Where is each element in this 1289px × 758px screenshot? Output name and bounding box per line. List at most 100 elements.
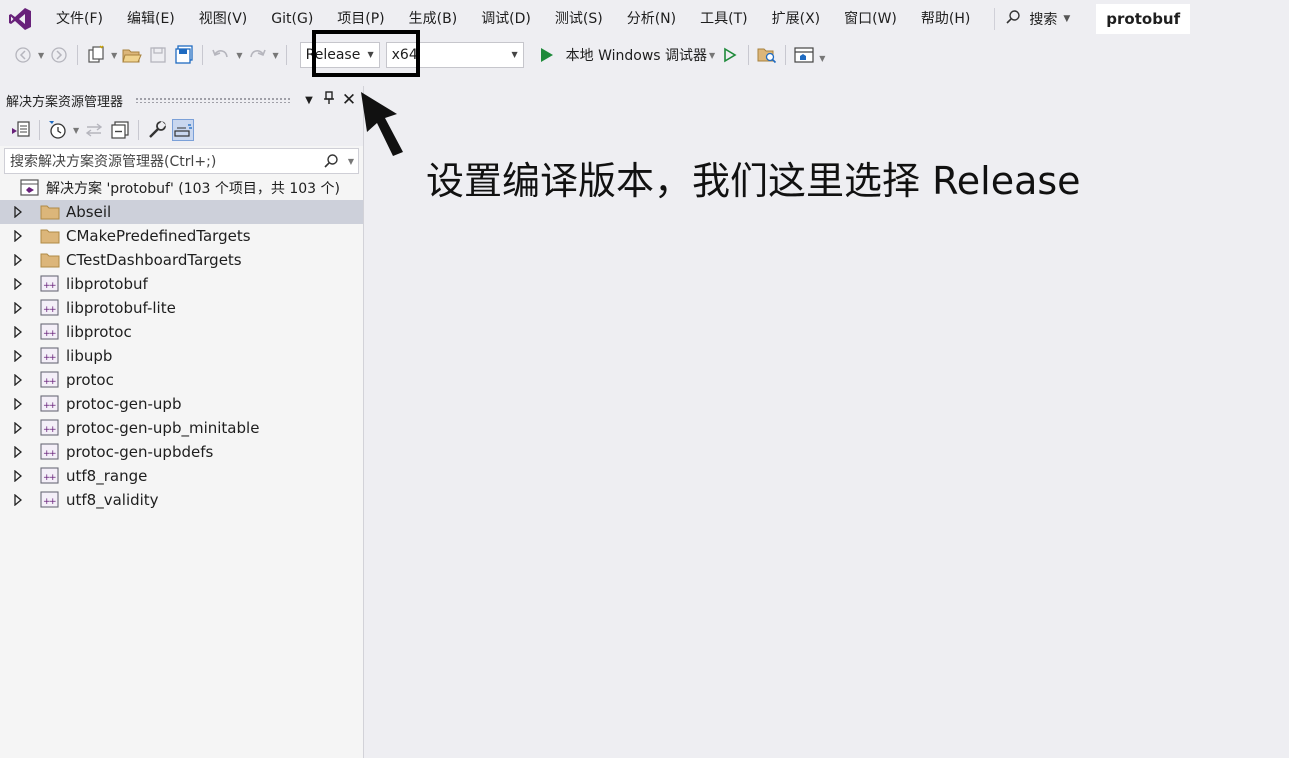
cpp-project-icon: + + (40, 371, 60, 389)
chevron-down-icon[interactable]: ▼ (38, 51, 44, 60)
menu-edit[interactable]: 编辑(E) (115, 0, 187, 38)
solution-explorer-titlebar: 解决方案资源管理器 ▼ ✕ (0, 86, 363, 114)
expand-arrow-icon[interactable] (12, 206, 24, 218)
tree-node-libupb[interactable]: + + libupb (0, 344, 363, 368)
tree-node-label: Abseil (66, 203, 112, 221)
expand-arrow-icon[interactable] (12, 494, 24, 506)
menu-window[interactable]: 窗口(W) (832, 0, 909, 38)
start-without-debugging-button[interactable] (719, 44, 741, 66)
start-debugging-button[interactable] (536, 44, 558, 66)
collapse-all-button[interactable] (109, 119, 131, 141)
redo-button[interactable] (246, 44, 268, 66)
chevron-down-icon[interactable]: ▼ (111, 51, 117, 60)
tree-node-label: libprotoc (66, 323, 132, 341)
search-icon[interactable] (316, 153, 346, 169)
save-all-button[interactable] (173, 44, 195, 66)
drag-handle[interactable] (135, 97, 291, 103)
cpp-project-icon: + + (40, 491, 60, 509)
navigate-back-button[interactable] (12, 44, 34, 66)
menu-debug[interactable]: 调试(D) (469, 0, 543, 38)
tree-node-protoc[interactable]: + + protoc (0, 368, 363, 392)
menu-test[interactable]: 测试(S) (543, 0, 615, 38)
menu-help[interactable]: 帮助(H) (909, 0, 982, 38)
pending-changes-filter-button[interactable] (47, 119, 69, 141)
tree-node-label: protoc-gen-upb_minitable (66, 419, 260, 437)
search-options-chevron-icon[interactable]: ▼ (348, 157, 354, 166)
tree-node-libprotobuf[interactable]: + + libprotobuf (0, 272, 363, 296)
toolbar-separator (39, 120, 40, 140)
switch-views-button[interactable] (10, 119, 32, 141)
tree-node-abseil[interactable]: Abseil (0, 200, 363, 224)
chevron-down-icon[interactable]: ▼ (272, 51, 278, 60)
run-target-label[interactable]: 本地 Windows 调试器 (566, 45, 707, 65)
save-button[interactable] (147, 44, 169, 66)
expand-arrow-icon[interactable] (12, 422, 24, 434)
tree-node-libprotoc[interactable]: + + libprotoc (0, 320, 363, 344)
solution-explorer-search-input[interactable]: 搜索解决方案资源管理器(Ctrl+;) ▼ (4, 148, 359, 174)
search-icon (1005, 9, 1021, 29)
svg-text:+: + (49, 473, 57, 483)
svg-text:+: + (49, 281, 57, 291)
properties-button[interactable] (146, 119, 168, 141)
menu-extensions[interactable]: 扩展(X) (760, 0, 833, 38)
expand-arrow-icon[interactable] (12, 374, 24, 386)
toolbar-separator (138, 120, 140, 140)
expand-arrow-icon[interactable] (12, 326, 24, 338)
expand-arrow-icon[interactable] (12, 230, 24, 242)
chevron-down-icon: ▼ (511, 50, 518, 59)
chevron-down-icon[interactable]: ▼ (73, 126, 79, 135)
annotation-arrow-icon (355, 88, 407, 164)
cpp-project-icon: + + (40, 347, 60, 365)
tree-node-utf8-range[interactable]: + + utf8_range (0, 464, 363, 488)
tree-node-utf8-validity[interactable]: + + utf8_validity (0, 488, 363, 512)
standard-toolbar: ▼ ▼ ▼ ▼ Release ▼ x64 ▼ 本地 Windows 调试器 ▼ (0, 38, 1289, 72)
svg-text:+: + (49, 305, 57, 315)
menu-tools[interactable]: 工具(T) (688, 0, 759, 38)
chevron-down-icon[interactable]: ▼ (236, 51, 242, 60)
new-project-button[interactable] (85, 44, 107, 66)
tree-node-protoc-gen-upbdefs[interactable]: + + protoc-gen-upbdefs (0, 440, 363, 464)
cpp-project-icon: + + (40, 443, 60, 461)
expand-arrow-icon[interactable] (12, 254, 24, 266)
expand-arrow-icon[interactable] (12, 302, 24, 314)
window-position-dropdown-icon[interactable]: ▼ (299, 95, 319, 106)
menu-analyze[interactable]: 分析(N) (615, 0, 688, 38)
menu-view[interactable]: 视图(V) (187, 0, 260, 38)
cpp-project-icon: + + (40, 467, 60, 485)
preview-selected-items-button[interactable] (172, 119, 195, 141)
toolbar-separator (748, 45, 750, 65)
visual-studio-logo-icon[interactable] (6, 5, 34, 33)
cpp-project-icon: + + (40, 395, 60, 413)
menu-search-button[interactable]: 搜索 ▼ (994, 8, 1070, 30)
folder-icon (40, 227, 60, 245)
pin-icon[interactable] (319, 91, 339, 109)
svg-text:+: + (49, 449, 57, 459)
toolbar-overflow-icon[interactable]: ▼ (819, 54, 825, 63)
tree-node-label: libprotobuf (66, 275, 148, 293)
open-file-button[interactable] (121, 44, 143, 66)
menu-file[interactable]: 文件(F) (44, 0, 115, 38)
navigate-forward-button[interactable] (48, 44, 70, 66)
expand-arrow-icon[interactable] (12, 350, 24, 362)
tree-node-ctestdashboardtargets[interactable]: CTestDashboardTargets (0, 248, 363, 272)
tree-node-libprotobuf-lite[interactable]: + + libprotobuf-lite (0, 296, 363, 320)
tree-node-protoc-gen-upb-minitable[interactable]: + + protoc-gen-upb_minitable (0, 416, 363, 440)
sync-with-active-document-button[interactable] (83, 119, 105, 141)
undo-button[interactable] (210, 44, 232, 66)
cpp-project-icon: + + (40, 323, 60, 341)
svg-text:+: + (49, 377, 57, 387)
expand-arrow-icon[interactable] (12, 278, 24, 290)
expand-arrow-icon[interactable] (12, 446, 24, 458)
chevron-down-icon[interactable]: ▼ (709, 51, 715, 60)
expand-arrow-icon[interactable] (12, 470, 24, 482)
solution-explorer-toolbar: ▼ (0, 114, 363, 146)
folder-icon (40, 203, 60, 221)
tree-node-protoc-gen-upb[interactable]: + + protoc-gen-upb (0, 392, 363, 416)
tree-node-label: protoc (66, 371, 114, 389)
solution-tree: 解决方案 'protobuf' (103 个项目，共 103 个) Abseil… (0, 176, 363, 512)
window-layout-button[interactable] (793, 44, 815, 66)
tree-node-cmakepredefinedtargets[interactable]: CMakePredefinedTargets (0, 224, 363, 248)
find-in-files-button[interactable] (756, 44, 778, 66)
solution-root-node[interactable]: 解决方案 'protobuf' (103 个项目，共 103 个) (0, 176, 363, 200)
expand-arrow-icon[interactable] (12, 398, 24, 410)
